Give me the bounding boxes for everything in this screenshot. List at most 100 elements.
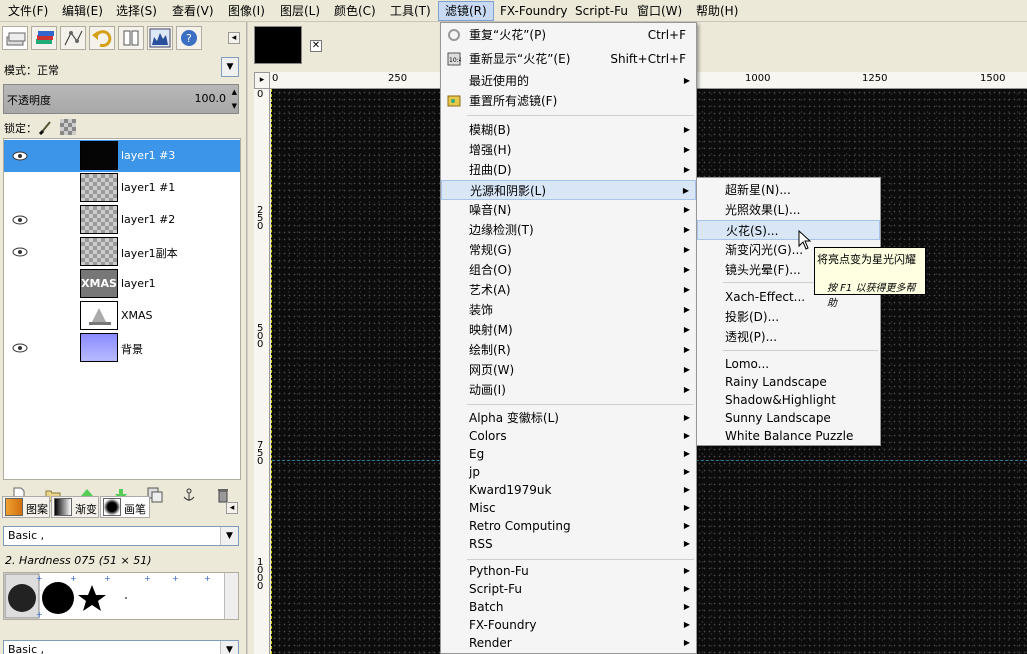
menu-colors[interactable]: 颜色(C) [328,3,382,20]
filter-menu-item[interactable]: Batch ▶ [441,597,696,617]
layer-row[interactable]: layer1 #2 [4,204,240,236]
tab-paths[interactable] [60,26,86,50]
filter-menu-item[interactable]: jp ▶ [441,462,696,482]
filter-menu-item[interactable]: Script-Fu ▶ [441,579,696,599]
menu-select[interactable]: 选择(S) [110,3,163,20]
tab-undo[interactable] [89,26,115,50]
menu-image[interactable]: 图像(I) [222,3,271,20]
tab-label: 渐变 [75,503,97,516]
brush-scrollbar[interactable] [224,573,238,619]
tab-channels[interactable] [31,26,57,50]
filter-menu-item[interactable]: Misc ▶ [441,498,696,518]
dock-menu-button[interactable]: ◂ [228,32,240,44]
mode-dropdown[interactable]: ▼ [221,57,239,77]
light-shadow-menu-item[interactable]: Sunny Landscape [697,408,880,428]
filter-menu-item[interactable]: 艺术(A) ▶ [441,280,696,300]
filter-menu-item[interactable]: Retro Computing ▶ [441,516,696,536]
menu-item-label: FX-Foundry [469,618,537,632]
layer-name: layer1 [121,277,156,290]
tab-device-status[interactable] [118,26,144,50]
filter-menu-item[interactable]: RSS ▶ [441,534,696,554]
ruler-label: 750 [257,440,264,467]
eye-icon[interactable] [12,246,28,258]
menu-tools[interactable]: 工具(T) [384,3,437,20]
menu-edit[interactable]: 编辑(E) [56,3,109,20]
filter-menu-item[interactable]: Alpha 变徽标(L) ▶ [441,408,696,428]
light-shadow-menu-item[interactable]: 火花(S)... [697,220,880,240]
filter-menu-item[interactable]: 边缘检测(T) ▶ [441,220,696,240]
menu-fx-foundry[interactable]: FX-Foundry [494,3,574,20]
menu-file[interactable]: 文件(F) [2,3,54,20]
menu-item-label: Colors [469,429,507,443]
tab-help[interactable]: ? [176,26,202,50]
light-shadow-menu-item[interactable]: 超新星(N)... [697,180,880,200]
filter-menu-item[interactable]: Eg ▶ [441,444,696,464]
brush-lock-icon[interactable] [38,119,54,135]
filter-menu-item[interactable]: 动画(I) ▶ [441,380,696,400]
light-shadow-menu-item[interactable]: 投影(D)... [697,307,880,327]
menu-item-reset-all[interactable]: 重置所有滤镜(F) [441,91,696,111]
filter-menu-item[interactable]: 常规(G) ▶ [441,240,696,260]
filter-menu-item[interactable]: 噪音(N) ▶ [441,200,696,220]
light-shadow-menu-item[interactable]: 透视(P)... [697,327,880,347]
filter-menu-item[interactable]: FX-Foundry ▶ [441,615,696,635]
menu-view[interactable]: 查看(V) [166,3,220,20]
brush-preset-dropdown[interactable]: Basic , ▼ [3,526,239,546]
light-shadow-menu-item[interactable]: Lomo... [697,354,880,374]
menu-item-repeat-last[interactable]: 重复“火花”(P) Ctrl+F [441,25,696,45]
filter-menu-item[interactable]: Kward1979uk ▶ [441,480,696,500]
layer-row[interactable]: layer1副本 [4,236,240,268]
tab-gradients[interactable]: 渐变 [51,496,99,518]
filter-menu-item[interactable]: 模糊(B) ▶ [441,120,696,140]
menu-layer[interactable]: 图层(L) [274,3,326,20]
light-shadow-menu-item[interactable]: Rainy Landscape [697,372,880,392]
filter-menu-item[interactable]: 扭曲(D) ▶ [441,160,696,180]
filter-menu-item[interactable]: Render ▶ [441,633,696,653]
eye-icon[interactable] [12,150,28,162]
alpha-lock-icon[interactable] [60,119,76,135]
filter-menu-item[interactable]: 组合(O) ▶ [441,260,696,280]
layer-thumbnail [80,301,118,330]
eye-icon[interactable] [12,342,28,354]
spin-down-icon[interactable]: ▼ [232,102,237,110]
image-tab-thumbnail[interactable] [254,26,302,64]
layer-row[interactable]: layer1 #1 [4,172,240,204]
filter-menu-item[interactable]: 光源和阴影(L) ▶ [441,180,696,200]
opacity-slider[interactable]: 不透明度 100.0 ▲ ▼ [3,84,239,114]
tab-brushes[interactable]: 画笔 [100,496,150,518]
tab-patterns[interactable]: 图案 [2,496,50,518]
ruler-corner-button[interactable]: ▸ [254,72,270,89]
light-shadow-menu-item[interactable]: White Balance Puzzle [697,426,880,446]
layer-row[interactable]: 背景 [4,332,240,364]
menu-item-recently-used[interactable]: 最近使用的 ▶ [441,71,696,91]
menu-help[interactable]: 帮助(H) [690,3,744,20]
layer-row[interactable]: layer1 #3 [4,140,240,172]
filter-menu-item[interactable]: 网页(W) ▶ [441,360,696,380]
filter-menu-item[interactable]: Python-Fu ▶ [441,561,696,581]
close-icon[interactable]: ✕ [310,40,322,52]
vertical-ruler: 0 250 500 750 1000 [254,89,270,654]
ruler-label: 1500 [980,73,1006,84]
spin-up-icon[interactable]: ▲ [232,88,237,96]
layer-row[interactable]: XMAS layer1 [4,268,240,300]
brush-tag-dropdown[interactable]: Basic , ▼ [3,640,239,654]
menu-item-reshow-last[interactable]: 10:4 重新显示“火花”(E) Shift+Ctrl+F [441,49,696,69]
filter-menu-item[interactable]: 增强(H) ▶ [441,140,696,160]
eye-icon[interactable] [12,214,28,226]
filter-menu-item[interactable]: Colors ▶ [441,426,696,446]
brush-dock-menu-button[interactable]: ◂ [226,502,238,514]
filter-menu-item[interactable]: 绘制(R) ▶ [441,340,696,360]
filter-menu-item[interactable]: 映射(M) ▶ [441,320,696,340]
menu-script-fu[interactable]: Script-Fu [569,3,634,20]
layer-row[interactable]: XMAS [4,300,240,332]
tab-layers[interactable] [2,26,28,50]
light-shadow-menu-item[interactable]: Shadow&Highlight [697,390,880,410]
light-shadow-menu-item[interactable]: 光照效果(L)... [697,200,880,220]
menu-item-label: 边缘检测(T) [469,223,534,237]
menu-windows[interactable]: 窗口(W) [631,3,688,20]
tab-histogram[interactable] [147,26,173,50]
filter-menu-item[interactable]: 装饰 ▶ [441,300,696,320]
menu-filters[interactable]: 滤镜(R) [438,1,494,21]
submenu-arrow-icon: ▶ [683,76,690,85]
menu-item-label: Batch [469,600,504,614]
